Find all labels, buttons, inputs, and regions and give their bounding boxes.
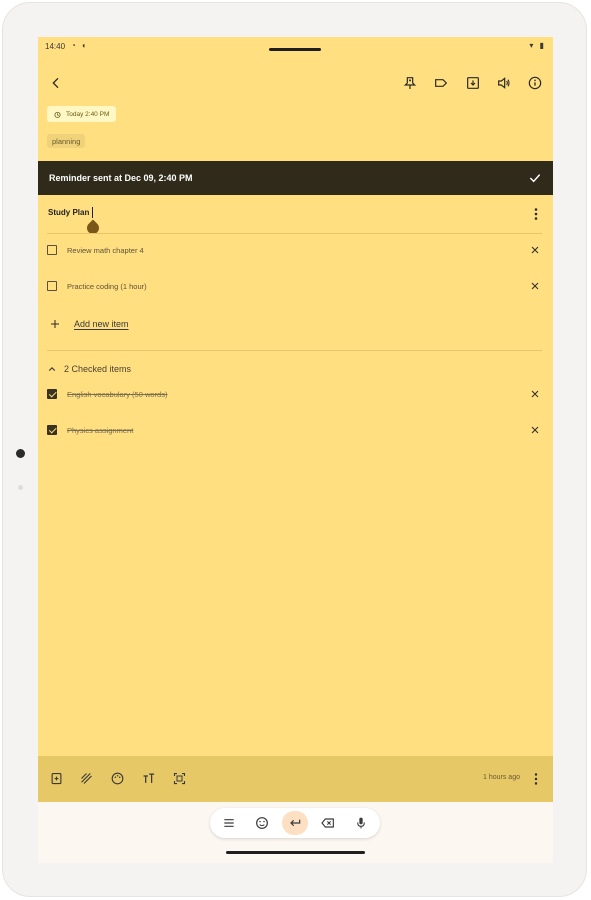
- check-icon[interactable]: [527, 170, 543, 186]
- alarm-icon: [54, 111, 61, 118]
- emoji-icon[interactable]: [254, 815, 270, 831]
- snackbar-message: Reminder sent at Dec 09, 2:40 PM: [49, 173, 193, 183]
- item-text[interactable]: Review math chapter 4: [67, 246, 144, 255]
- item-checkbox[interactable]: [47, 425, 57, 435]
- archive-icon[interactable]: [462, 72, 484, 94]
- edited-timestamp: 1 hours ago: [483, 774, 520, 781]
- title-row: Study Plan: [38, 205, 553, 237]
- text-cursor: [92, 207, 93, 218]
- speaker-icon[interactable]: [493, 72, 515, 94]
- close-icon[interactable]: [529, 280, 541, 292]
- add-item-label[interactable]: Add new item: [74, 319, 129, 329]
- checked-items-header[interactable]: 2 Checked items: [38, 361, 553, 377]
- enter-icon[interactable]: [287, 815, 303, 831]
- more-vert-icon[interactable]: [532, 772, 540, 786]
- item-checkbox[interactable]: [47, 245, 57, 255]
- note-editor-screen: 14:40 ◔ ◐ ▾ ▮ Today 2:40 PM planning Rem…: [38, 37, 553, 863]
- back-arrow-icon[interactable]: [45, 72, 67, 94]
- item-checkbox[interactable]: [47, 281, 57, 291]
- item-text[interactable]: Physics assignment: [67, 426, 133, 435]
- mic-icon[interactable]: [353, 815, 369, 831]
- checked-items-label: 2 Checked items: [64, 364, 132, 374]
- draw-icon[interactable]: [79, 771, 94, 786]
- backspace-icon[interactable]: [320, 815, 336, 831]
- top-app-bar: [38, 69, 553, 97]
- plus-icon: [51, 320, 59, 328]
- item-text[interactable]: English vocabulary (50 words): [67, 390, 167, 399]
- label-icon[interactable]: [430, 72, 452, 94]
- keyboard-toolbar-area: [38, 802, 553, 863]
- note-title[interactable]: Study Plan: [48, 208, 89, 217]
- palette-icon[interactable]: [110, 771, 125, 786]
- text-format-icon[interactable]: [141, 771, 156, 786]
- info-icon[interactable]: [524, 72, 546, 94]
- bottom-toolbar: 1 hours ago: [38, 756, 553, 802]
- new-note-icon[interactable]: [49, 771, 64, 786]
- more-vert-icon[interactable]: [531, 207, 541, 221]
- add-item-row[interactable]: Add new item: [38, 315, 553, 335]
- close-icon[interactable]: [529, 244, 541, 256]
- list-item: Practice coding (1 hour): [38, 277, 553, 297]
- item-text[interactable]: Practice coding (1 hour): [67, 282, 147, 291]
- status-bar: 14:40 ◔ ◐ ▾ ▮: [38, 37, 553, 57]
- close-icon[interactable]: [529, 388, 541, 400]
- list-item: Review math chapter 4: [38, 241, 553, 261]
- menu-icon[interactable]: [221, 815, 237, 831]
- item-checkbox[interactable]: [47, 389, 57, 399]
- sensor-dot: [18, 485, 23, 490]
- status-time: 14:40: [45, 42, 66, 51]
- gesture-nav-bar[interactable]: [226, 851, 365, 854]
- snackbar: Reminder sent at Dec 09, 2:40 PM: [38, 161, 553, 195]
- keyboard-pill: [210, 808, 380, 838]
- list-item: English vocabulary (50 words): [38, 385, 553, 405]
- label-chip-text: planning: [52, 136, 81, 146]
- title-divider: [47, 233, 542, 234]
- top-handle: [269, 48, 321, 51]
- close-icon[interactable]: [529, 424, 541, 436]
- reminder-chip[interactable]: Today 2:40 PM: [47, 106, 117, 122]
- reminder-chip-label: Today 2:40 PM: [66, 110, 110, 118]
- checked-divider: [47, 350, 542, 351]
- notification-icons: ◔ ◐: [71, 41, 89, 50]
- label-chip[interactable]: planning: [47, 134, 86, 148]
- list-item: Physics assignment: [38, 421, 553, 441]
- scan-icon[interactable]: [172, 771, 187, 786]
- chevron-up-icon: [48, 367, 56, 371]
- pin-icon[interactable]: [399, 72, 421, 94]
- wifi-battery-icons: ▾ ▮: [529, 41, 546, 50]
- front-camera: [16, 449, 25, 458]
